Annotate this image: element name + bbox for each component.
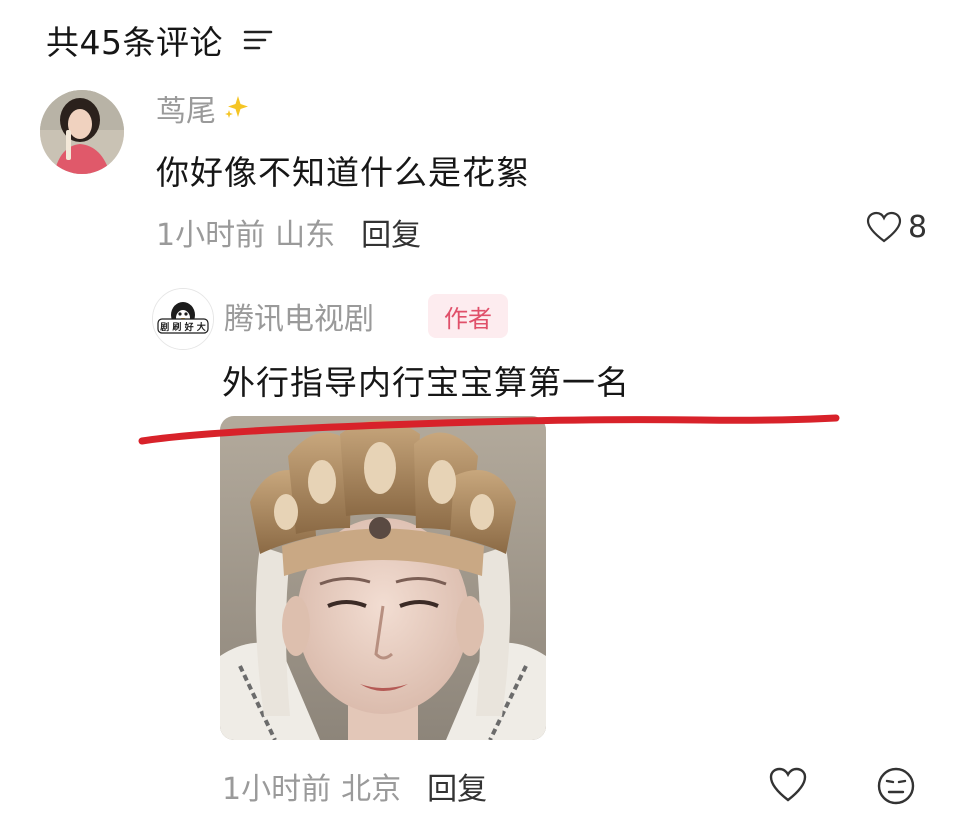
- comment-location: 山东: [275, 218, 336, 253]
- author-badge: 作者: [428, 294, 508, 338]
- reply-button[interactable]: 回复: [361, 210, 421, 254]
- reply-image[interactable]: [220, 416, 546, 740]
- comments-header: 共45条评论: [46, 16, 273, 64]
- like-count: 8: [908, 210, 928, 245]
- reply-meta: 1小时前 北京 回复: [222, 764, 487, 808]
- reply-time: 1小时前: [222, 772, 332, 807]
- comment-text: 你好像不知道什么是花絮: [156, 153, 530, 192]
- like-button[interactable]: 8: [866, 210, 927, 245]
- avatar[interactable]: [40, 90, 124, 174]
- sparkle-icon: [225, 96, 248, 118]
- meh-face-icon[interactable]: [876, 766, 916, 806]
- reply-button[interactable]: 回复: [427, 764, 487, 808]
- comment-time: 1小时前: [156, 218, 266, 253]
- comment-meta: 1小时前 山东 回复: [156, 210, 421, 254]
- svg-text:剧 刷 好 大: 剧 刷 好 大: [160, 321, 205, 333]
- comment-count-title: 共45条评论: [46, 23, 223, 62]
- reply-username[interactable]: 腾讯电视剧: [224, 294, 374, 338]
- filter-lines-icon[interactable]: [243, 27, 273, 53]
- reply-text: 外行指导内行宝宝算第一名: [222, 363, 630, 402]
- reply-location: 北京: [341, 772, 402, 807]
- heart-icon[interactable]: [768, 766, 808, 804]
- heart-icon: [866, 211, 902, 242]
- avatar[interactable]: 剧 刷 好 大: [152, 288, 214, 350]
- comment-username[interactable]: 茑尾: [156, 96, 250, 130]
